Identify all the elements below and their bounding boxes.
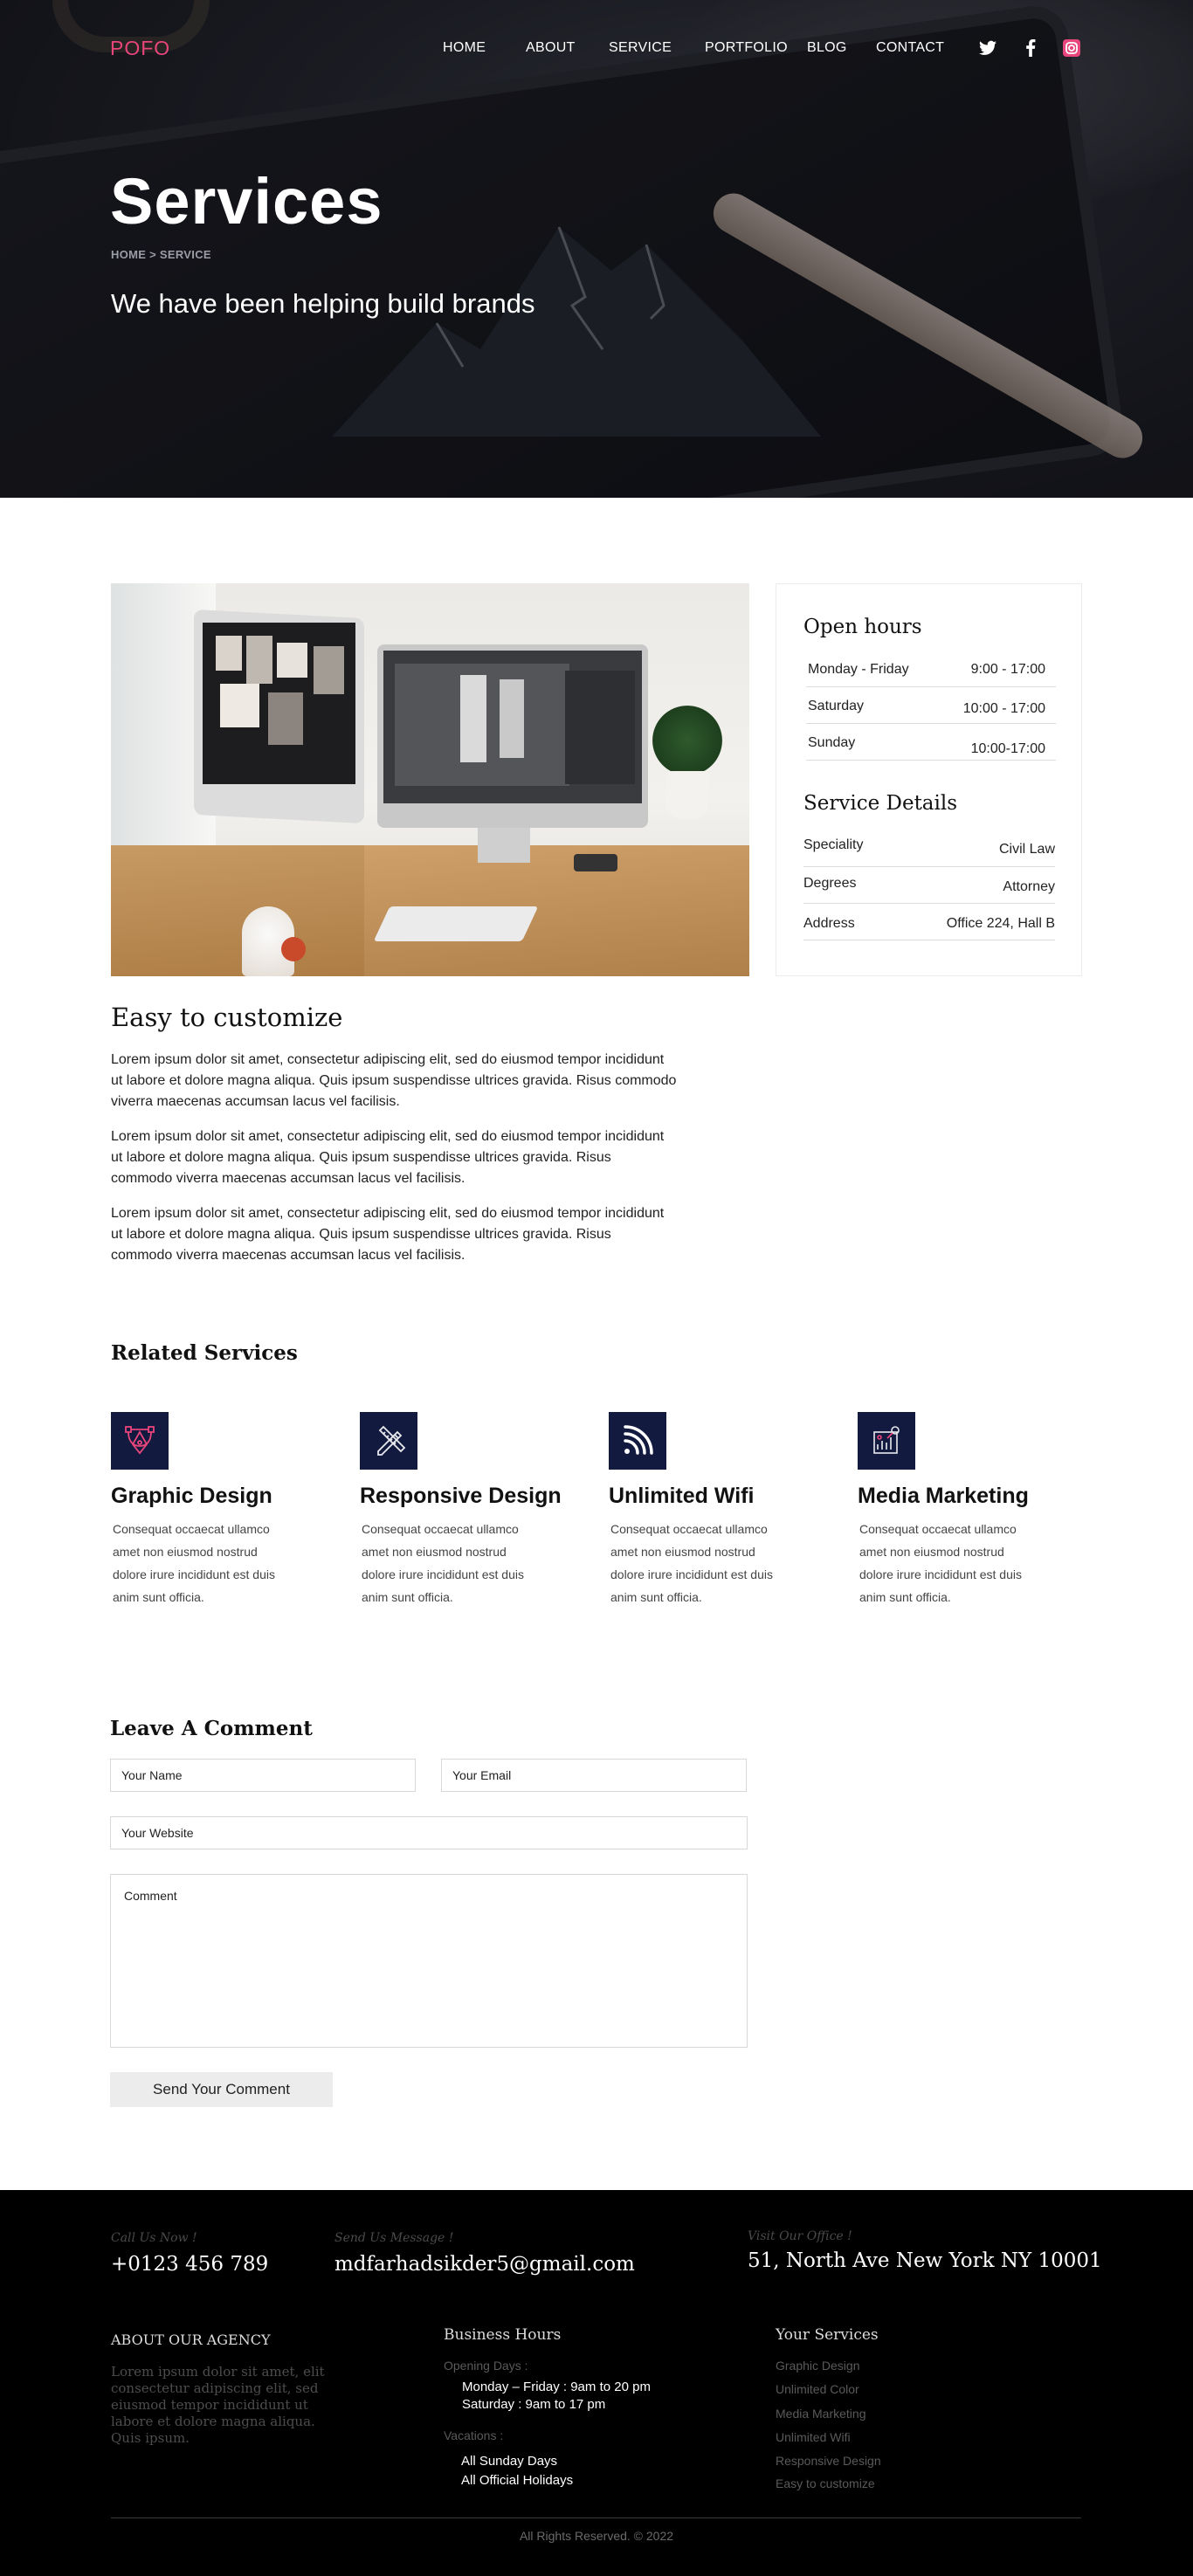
content-title: Easy to customize [111, 1002, 343, 1032]
service-card[interactable]: Responsive Design Consequat occaecat ull… [360, 1412, 569, 1608]
hours-row: Saturday 10:00 - 17:00 [806, 689, 1056, 724]
wifi-icon [609, 1412, 666, 1470]
about-title: ABOUT OUR AGENCY [111, 2331, 271, 2348]
paragraph-line: Lorem ipsum dolor sit amet, consectetur … [111, 1206, 665, 1221]
footer-service-link[interactable]: Unlimited Color [776, 2382, 859, 2396]
hours-row: Sunday 10:00-17:00 [806, 726, 1056, 761]
footer-email[interactable]: mdfarhadsikder5@gmail.com [334, 2253, 635, 2276]
paragraph-line: Lorem ipsum dolor sit amet, consectetur … [111, 1052, 665, 1067]
breadcrumb[interactable]: HOME > SERVICE [111, 248, 211, 261]
pen-tool-icon [111, 1412, 169, 1470]
service-card[interactable]: Media Marketing Consequat occaecat ullam… [858, 1412, 1067, 1608]
message-label: Send Us Message ! [334, 2231, 454, 2245]
paragraph-line: viverra maecenas accumsan lacus vel faci… [111, 1094, 400, 1109]
related-services-title: Related Services [111, 1341, 298, 1365]
service-image [111, 583, 749, 976]
nav-about[interactable]: ABOUT [526, 40, 576, 56]
opening-saturday: Saturday : 9am to 17 pm [462, 2397, 606, 2412]
footer-phone[interactable]: +0123 456 789 [111, 2253, 268, 2276]
paragraph-line: Lorem ipsum dolor sit amet, consectetur … [111, 1129, 665, 1144]
service-card-title: Responsive Design [360, 1484, 562, 1508]
instagram-icon[interactable] [1062, 38, 1081, 58]
detail-label: Degrees [803, 876, 857, 891]
detail-value: Civil Law [998, 842, 1055, 857]
footer-service-link[interactable]: Graphic Design [776, 2359, 860, 2373]
hours-row: Monday - Friday 9:00 - 17:00 [806, 652, 1056, 687]
service-card[interactable]: Graphic Design Consequat occaecat ullamc… [111, 1412, 321, 1608]
sidebar-card: Open hours Monday - Friday 9:00 - 17:00 … [776, 583, 1082, 976]
service-card-text: Consequat occaecat ullamco amet non eiusm… [362, 1522, 524, 1604]
detail-value: Attorney [1003, 879, 1055, 894]
paragraph-line: ut labore et dolore magna aliqua. Quis i… [111, 1150, 611, 1165]
name-input[interactable]: Your Name [110, 1759, 416, 1792]
service-card-text: Consequat occaecat ullamco amet non eiusm… [859, 1522, 1022, 1604]
vacation-item: All Sunday Days [461, 2454, 558, 2469]
detail-row: Speciality Civil Law [803, 832, 1055, 867]
paragraph-line: commodo viverra maecenas accumsan lacus … [111, 1248, 465, 1263]
footer-service-link[interactable]: Responsive Design [776, 2454, 881, 2468]
vacation-item: All Official Holidays [461, 2473, 574, 2488]
open-hours-title: Open hours [803, 616, 922, 638]
facebook-icon[interactable] [1021, 38, 1040, 58]
content-paragraph: Lorem ipsum dolor sit amet, consectetur … [111, 1050, 757, 1112]
pencil-ruler-icon [360, 1412, 417, 1470]
site-logo[interactable]: POFO [110, 37, 170, 60]
footer-service-link[interactable]: Media Marketing [776, 2407, 866, 2421]
footer-address: 51, North Ave New York NY 10001 [748, 2249, 1102, 2272]
detail-label: Address [803, 916, 855, 931]
service-card-text: Consequat occaecat ullamco amet non eiusm… [610, 1522, 773, 1604]
hours-time: 10:00-17:00 [970, 741, 1045, 756]
hours-day: Monday - Friday [808, 662, 909, 677]
comment-title: Leave A Comment [110, 1717, 313, 1740]
opening-days-label: Opening Days : [444, 2359, 528, 2373]
website-input[interactable]: Your Website [110, 1816, 748, 1849]
service-card-text: Consequat occaecat ullamco amet non eiusm… [113, 1522, 275, 1604]
your-services-title: Your Services [776, 2326, 879, 2344]
footer-service-link[interactable]: Unlimited Wifi [776, 2430, 851, 2444]
service-card[interactable]: Unlimited Wifi Consequat occaecat ullamc… [609, 1412, 818, 1608]
marketing-chart-icon [858, 1412, 915, 1470]
send-comment-button[interactable]: Send Your Comment [110, 2072, 333, 2107]
paragraph-line: commodo viverra maecenas accumsan lacus … [111, 1171, 465, 1186]
detail-row: Degrees Attorney [803, 869, 1055, 904]
hours-day: Saturday [808, 699, 865, 713]
business-hours-title: Business Hours [444, 2326, 562, 2344]
content-paragraph: Lorem ipsum dolor sit amet, consectetur … [111, 1203, 757, 1266]
footer-service-link[interactable]: Easy to customize [776, 2476, 875, 2490]
call-label: Call Us Now ! [111, 2231, 197, 2245]
nav-contact[interactable]: CONTACT [876, 40, 944, 56]
footer-divider [111, 2517, 1081, 2518]
service-details-title: Service Details [803, 792, 958, 815]
paragraph-line: ut labore et dolore magna aliqua. Quis i… [111, 1227, 611, 1242]
nav-portfolio[interactable]: PORTFOLIO [705, 40, 788, 56]
paragraph-line: ut labore et dolore magna aliqua. Quis i… [111, 1073, 677, 1088]
comment-textarea[interactable]: Comment [110, 1874, 748, 2048]
page-title: Services [110, 165, 383, 238]
detail-value: Office 224, Hall B [946, 916, 1055, 931]
detail-row: Address Office 224, Hall B [803, 906, 1055, 940]
twitter-icon[interactable] [978, 38, 997, 58]
nav-blog[interactable]: BLOG [807, 40, 847, 56]
about-text: Lorem ipsum dolor sit amet, elit consecte… [111, 2364, 325, 2446]
service-card-title: Media Marketing [858, 1484, 1029, 1508]
service-card-title: Unlimited Wifi [609, 1484, 755, 1508]
hours-day: Sunday [808, 735, 856, 750]
hours-time: 9:00 - 17:00 [970, 662, 1045, 677]
visit-label: Visit Our Office ! [748, 2229, 852, 2243]
content-paragraph: Lorem ipsum dolor sit amet, consectetur … [111, 1126, 757, 1189]
copyright: All Rights Reserved. © 2022 [519, 2529, 674, 2543]
hours-time: 10:00 - 17:00 [962, 701, 1045, 716]
detail-label: Speciality [803, 837, 864, 852]
service-card-title: Graphic Design [111, 1484, 272, 1508]
email-input[interactable]: Your Email [441, 1759, 747, 1792]
opening-weekday: Monday – Friday : 9am to 20 pm [462, 2380, 651, 2394]
hero-tagline: We have been helping build brands [111, 288, 535, 319]
vacations-label: Vacations : [444, 2428, 504, 2442]
nav-service[interactable]: SERVICE [609, 40, 672, 56]
nav-home[interactable]: HOME [443, 40, 486, 56]
